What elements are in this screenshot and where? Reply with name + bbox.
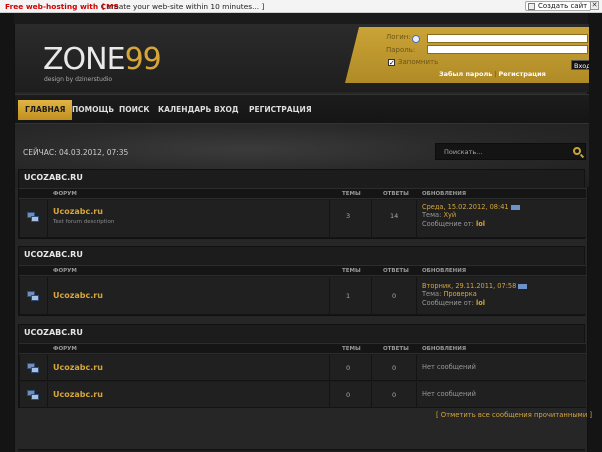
forum-section: UCOZABC.RU Форум Темы Ответы Обновления … (18, 246, 586, 316)
logo-text: ZONE (43, 42, 126, 77)
site-header: ZONE 99 design by dzinerstudio Логин: Пар… (15, 24, 589, 92)
topics-count: 3 (346, 212, 351, 220)
col-updates: Обновления (422, 346, 467, 352)
nav-search[interactable]: Поиск (119, 100, 150, 120)
forum-icon-cell (19, 355, 47, 380)
topic-label: Тема: (422, 290, 442, 299)
forum-link[interactable]: Ucozabc.ru (53, 207, 103, 216)
table-header: Форум Темы Ответы Обновления (19, 265, 586, 276)
forum-link[interactable]: Ucozabc.ru (53, 363, 103, 372)
go-to-post-icon[interactable] (510, 204, 520, 210)
login-input[interactable] (427, 34, 588, 43)
register-link[interactable]: Регистрация (499, 70, 546, 78)
col-forum: Форум (53, 346, 77, 352)
search-input[interactable]: Поискать... (444, 148, 482, 156)
openid-icon[interactable] (412, 35, 420, 43)
topic-link[interactable]: Хуй (443, 211, 456, 219)
logo-subtitle: design by dzinerstudio (44, 76, 113, 83)
author-label: Сообщение от: (422, 219, 474, 228)
table-header: Форум Темы Ответы Обновления (19, 188, 586, 199)
forum-row: Ucozabc.ru 0 0 Нет сообщений (19, 355, 586, 381)
nav-help[interactable]: Помощь (72, 100, 114, 120)
main-nav: Главная Помощь Поиск Календарь Вход Реги… (15, 94, 589, 124)
col-topics: Темы (342, 191, 361, 197)
topics-count: 0 (346, 391, 351, 399)
login-links: Забыл пароль | Регистрация (439, 70, 546, 78)
password-input[interactable] (427, 45, 588, 54)
table-header: Форум Темы Ответы Обновления (19, 343, 586, 354)
create-site-label: Создать сайт (538, 2, 588, 10)
promo-bar: Free web-hosting with CMS [ create your … (0, 0, 602, 13)
create-site-icon (528, 3, 535, 10)
forgot-password-link[interactable]: Забыл пароль (439, 70, 492, 78)
author-link[interactable]: lol (476, 299, 485, 307)
nav-login[interactable]: Вход (214, 100, 239, 120)
forum-row: Ucozabc.ru Test forum description 3 14 С… (19, 200, 586, 238)
forum-description: Test forum description (53, 219, 115, 225)
forum-link[interactable]: Ucozabc.ru (53, 390, 103, 399)
replies-count: 0 (392, 364, 397, 372)
last-post-date[interactable]: Вторник, 29.11.2011, 07:58 (422, 282, 516, 290)
nav-register[interactable]: Регистрация (249, 100, 312, 120)
section-title[interactable]: UCOZABC.RU (24, 173, 83, 182)
nav-calendar[interactable]: Календарь (158, 100, 211, 120)
promo-tagline[interactable]: [ create your web-site within 10 minutes… (102, 2, 264, 11)
col-replies: Ответы (383, 191, 409, 197)
close-icon[interactable]: ✕ (590, 1, 599, 10)
col-forum: Форум (53, 268, 77, 274)
forum-link[interactable]: Ucozabc.ru (53, 291, 103, 300)
site-logo[interactable]: ZONE 99 design by dzinerstudio (43, 42, 162, 83)
author-link[interactable]: lol (476, 220, 485, 228)
mark-all-read-link[interactable]: [ Отметить все сообщения прочитанными ] (436, 411, 592, 419)
page-frame: ZONE 99 design by dzinerstudio Логин: Пар… (14, 24, 592, 452)
col-topics: Темы (342, 268, 361, 274)
last-post-date[interactable]: Среда, 15.02.2012, 08:41 (422, 203, 509, 211)
col-updates: Обновления (422, 268, 467, 274)
forum-icon (27, 363, 39, 373)
section-title[interactable]: UCOZABC.RU (24, 328, 83, 337)
forum-section: UCOZABC.RU Форум Темы Ответы Обновления … (18, 324, 586, 408)
remember-label: Запомнить (398, 58, 439, 66)
topic-label: Тема: (422, 211, 442, 220)
remember-checkbox[interactable]: ✓ (388, 59, 395, 67)
go-to-post-icon[interactable] (518, 283, 528, 289)
replies-count: 0 (392, 391, 397, 399)
author-label: Сообщение от: (422, 298, 474, 307)
no-posts-text: Нет сообщений (422, 390, 476, 398)
password-label: Пароль: (386, 46, 416, 54)
last-update: Вторник, 29.11.2011, 07:58 Тема: Проверк… (422, 282, 528, 307)
last-update: Среда, 15.02.2012, 08:41 Тема: Хуй Сообщ… (422, 203, 520, 228)
forum-row: Ucozabc.ru 1 0 Вторник, 29.11.2011, 07:5… (19, 277, 586, 315)
create-site-button[interactable]: Создать сайт (525, 1, 592, 11)
login-panel: Логин: Пароль: ✓ Запомнить Вход Забыл па… (345, 27, 589, 83)
page-margin-right (588, 13, 602, 452)
forum-icon-cell (19, 200, 47, 237)
section-title[interactable]: UCOZABC.RU (24, 250, 83, 259)
topics-count: 1 (346, 292, 351, 300)
forum-section: UCOZABC.RU Форум Темы Ответы Обновления … (18, 169, 586, 239)
forum-icon (27, 291, 39, 301)
forum-row: Ucozabc.ru 0 0 Нет сообщений (19, 382, 586, 408)
logo-number: 99 (124, 42, 162, 77)
topic-link[interactable]: Проверка (443, 290, 476, 298)
col-topics: Темы (342, 346, 361, 352)
forum-icon-cell (19, 277, 47, 314)
search-icon[interactable] (573, 147, 581, 155)
col-forum: Форум (53, 191, 77, 197)
search-box[interactable]: Поискать... (435, 143, 586, 160)
col-updates: Обновления (422, 191, 467, 197)
topics-count: 0 (346, 364, 351, 372)
replies-count: 0 (392, 292, 397, 300)
no-posts-text: Нет сообщений (422, 363, 476, 371)
forum-icon-cell (19, 382, 47, 407)
col-replies: Ответы (383, 346, 409, 352)
col-replies: Ответы (383, 268, 409, 274)
page-margin-left (0, 13, 14, 452)
current-time: СЕЙЧАС: 04.03.2012, 07:35 (23, 148, 129, 157)
forum-icon (27, 212, 39, 222)
replies-count: 14 (390, 212, 399, 220)
login-label: Логин: (386, 33, 411, 41)
nav-home[interactable]: Главная (18, 100, 73, 120)
forum-icon (27, 390, 39, 400)
